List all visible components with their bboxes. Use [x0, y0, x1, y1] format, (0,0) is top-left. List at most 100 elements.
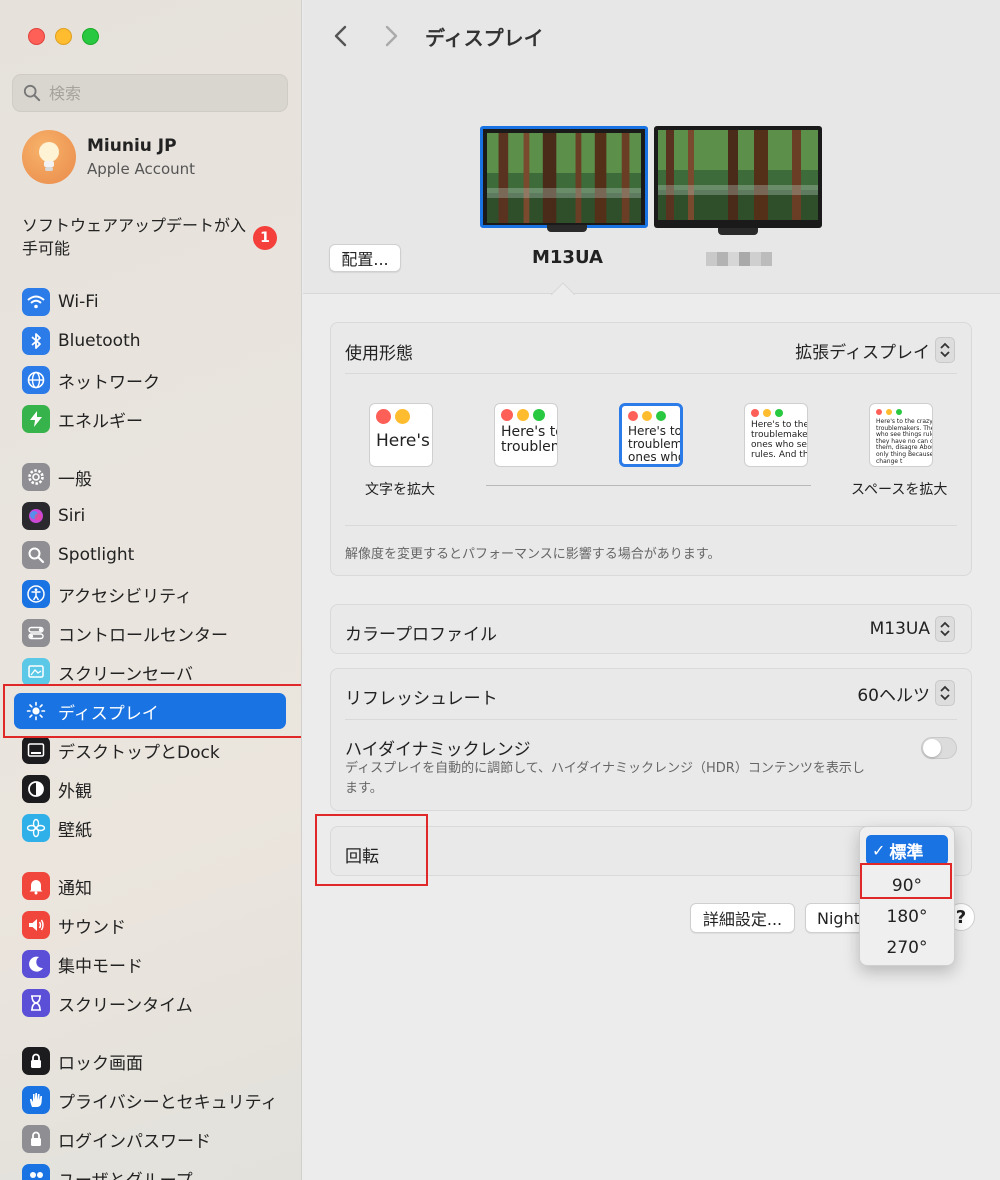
moon-icon	[22, 950, 50, 978]
back-button[interactable]	[327, 22, 355, 50]
sidebar-item-moon[interactable]: 集中モード	[14, 946, 286, 982]
hdr-toggle[interactable]	[921, 737, 957, 759]
rotation-option-standard[interactable]: ✓ 標準	[866, 835, 948, 865]
forest-wallpaper-image	[487, 133, 641, 223]
sidebar-item-wifi[interactable]: Wi-Fi	[14, 284, 286, 320]
sidebar-item-globe[interactable]: ネットワーク	[14, 362, 286, 398]
selection-caret-icon	[551, 282, 575, 295]
resolution-option-2[interactable]: Here's to troublem	[494, 403, 558, 467]
forward-button[interactable]	[377, 22, 405, 50]
gear-icon	[22, 463, 50, 491]
highlight-box-90	[860, 863, 952, 899]
search-icon	[23, 84, 41, 102]
usage-card: 使用形態 拡張ディスプレイ Here's Here's to troublem He…	[330, 322, 972, 576]
window-controls	[28, 28, 99, 45]
sidebar-item-switches[interactable]: コントロールセンター	[14, 615, 286, 651]
refresh-rate-label: リフレッシュレート	[345, 689, 498, 709]
sidebar-item-accessibility[interactable]: アクセシビリティ	[14, 576, 286, 612]
sidebar-item-bolt[interactable]: エネルギー	[14, 401, 286, 437]
hdr-label: ハイダイナミックレンジ	[345, 740, 531, 760]
color-profile-label: カラープロファイル	[345, 625, 497, 645]
performance-note: 解像度を変更するとパフォーマンスに影響する場合があります。	[345, 547, 721, 562]
resolution-slider-track[interactable]	[486, 485, 811, 486]
rotation-option-180[interactable]: 180°	[866, 902, 948, 932]
account-item[interactable]: Miuniu JP Apple Account	[22, 130, 195, 184]
minimize-window-button[interactable]	[55, 28, 72, 45]
main-pane: ディスプレイ 配置... M13UA 使用形態 拡張ディスプレイ Here's …	[303, 0, 1000, 1180]
sidebar-item-appearance[interactable]: 外観	[14, 771, 286, 807]
sidebar-item-padlock[interactable]: ログインパスワード	[14, 1121, 286, 1157]
sidebar-item-label: エネルギー	[58, 411, 143, 432]
sidebar-item-label: 通知	[58, 878, 92, 899]
account-subtitle: Apple Account	[87, 160, 196, 178]
sidebar-item-hourglass[interactable]: スクリーンタイム	[14, 985, 286, 1021]
sidebar-item-speaker[interactable]: サウンド	[14, 907, 286, 943]
sidebar-item-label: 一般	[58, 469, 92, 490]
hand-icon	[22, 1086, 50, 1114]
accessibility-icon	[22, 580, 50, 608]
highlight-box-display	[3, 684, 301, 738]
usage-value: 拡張ディスプレイ	[795, 342, 930, 363]
color-profile-popup[interactable]: M13UA	[870, 616, 955, 642]
more-space-caption: スペースを拡大	[851, 482, 948, 498]
sidebar-item-label: 壁紙	[58, 820, 92, 841]
sidebar-item-label: 集中モード	[58, 956, 143, 977]
screensaver-icon	[22, 658, 50, 686]
hourglass-icon	[22, 989, 50, 1017]
usage-popup[interactable]: 拡張ディスプレイ	[795, 337, 955, 363]
refresh-rate-popup[interactable]: 60ヘルツ	[857, 680, 955, 706]
close-window-button[interactable]	[28, 28, 45, 45]
sidebar-item-label: ネットワーク	[58, 372, 160, 393]
advanced-settings-button[interactable]: 詳細設定...	[690, 903, 795, 933]
secondary-display-name-blurred	[706, 252, 772, 266]
sidebar-item-magnifier[interactable]: Spotlight	[14, 537, 286, 573]
globe-icon	[22, 366, 50, 394]
search-field[interactable]	[12, 74, 288, 112]
appearance-icon	[22, 775, 50, 803]
display-thumbnail-secondary[interactable]	[654, 126, 822, 235]
refresh-rate-value: 60ヘルツ	[857, 685, 930, 706]
sidebar-item-bell[interactable]: 通知	[14, 868, 286, 904]
search-input[interactable]	[49, 83, 269, 103]
zoom-window-button[interactable]	[82, 28, 99, 45]
sidebar-item-lock[interactable]: ロック画面	[14, 1043, 286, 1079]
resolution-option-5[interactable]: Here's to the crazy one troublemakers. T…	[869, 403, 933, 467]
avatar	[22, 130, 76, 184]
refresh-hdr-card: リフレッシュレート 60ヘルツ ハイダイナミックレンジ ディスプレイを自動的に調…	[330, 668, 972, 811]
resolution-option-1[interactable]: Here's	[369, 403, 433, 467]
usage-label: 使用形態	[345, 344, 413, 364]
resolution-sample-text: Here's to troublem	[501, 424, 557, 456]
bell-icon	[22, 872, 50, 900]
arrange-button[interactable]: 配置...	[329, 244, 401, 272]
resolution-sample-text: Here's to the crazy one troublemakers. T…	[876, 418, 933, 465]
sidebar-item-gear[interactable]: 一般	[14, 459, 286, 495]
bolt-icon	[22, 405, 50, 433]
sidebar-item-label: Bluetooth	[58, 331, 141, 351]
siri-icon	[22, 502, 50, 530]
checkmark-icon: ✓	[872, 840, 886, 860]
sidebar-item-label: スクリーンタイム	[58, 995, 193, 1016]
bluetooth-icon	[22, 327, 50, 355]
account-name: Miuniu JP	[87, 136, 177, 156]
resolution-sample-text: Here's to t troublema ones who	[628, 424, 683, 465]
wifi-icon	[22, 288, 50, 316]
lock-icon	[22, 1047, 50, 1075]
sidebar-item-hand[interactable]: プライバシーとセキュリティ	[14, 1082, 286, 1118]
sidebar-item-label: ロック画面	[58, 1053, 143, 1074]
popup-arrows-icon	[935, 616, 955, 642]
sidebar-item-label: デスクトップとDock	[58, 742, 220, 763]
popup-arrows-icon	[935, 337, 955, 363]
sidebar-item-siri[interactable]: Siri	[14, 498, 286, 534]
software-update-item[interactable]: ソフトウェアアップデートが入手可能	[22, 214, 292, 260]
sidebar-item-label: 外観	[58, 781, 92, 802]
sidebar-item-users[interactable]: ユーザとグループ	[14, 1160, 286, 1180]
sidebar-item-bluetooth[interactable]: Bluetooth	[14, 323, 286, 359]
rotation-option-270[interactable]: 270°	[866, 933, 948, 963]
display-arrangement-area: ディスプレイ 配置... M13UA	[303, 0, 1000, 295]
sidebar-item-flower[interactable]: 壁紙	[14, 810, 286, 846]
resolution-option-4[interactable]: Here's to the cr troublemakers. ones who…	[744, 403, 808, 467]
resolution-sample-text: Here's	[376, 431, 430, 451]
display-thumbnail-primary[interactable]	[480, 126, 648, 232]
resolution-option-3[interactable]: Here's to t troublema ones who	[619, 403, 683, 467]
switches-icon	[22, 619, 50, 647]
